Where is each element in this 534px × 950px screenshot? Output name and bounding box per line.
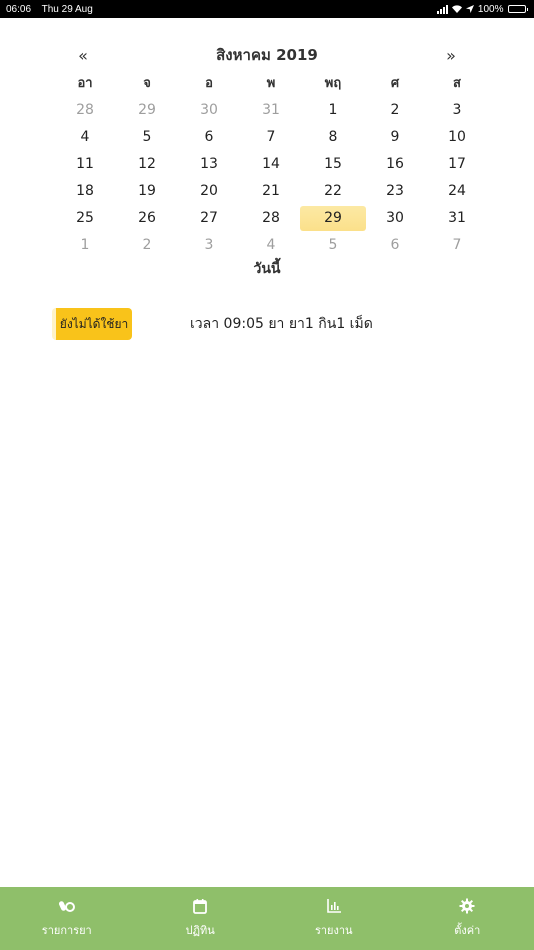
- calendar-day[interactable]: 10: [426, 124, 488, 151]
- calendar-day[interactable]: 24: [426, 178, 488, 205]
- calendar-day[interactable]: 27: [178, 205, 240, 232]
- weekday-label: พ: [266, 76, 276, 91]
- signal-icon: [436, 4, 448, 14]
- next-month-button[interactable]: »: [422, 46, 480, 65]
- calendar-day[interactable]: 20: [178, 178, 240, 205]
- week-row: 1234567: [54, 232, 488, 259]
- calendar-day[interactable]: 14: [240, 151, 302, 178]
- calendar-day[interactable]: 22: [302, 178, 364, 205]
- calendar-day[interactable]: 28: [240, 205, 302, 232]
- calendar-day[interactable]: 8: [302, 124, 364, 151]
- weekday-row: อา จ อ พ พฤ ศ ส: [54, 70, 488, 97]
- weekday-label: อ: [205, 76, 213, 91]
- calendar-day[interactable]: 1: [54, 232, 116, 259]
- tab-report[interactable]: รายงาน: [267, 887, 401, 950]
- medication-detail: เวลา 09:05 ยา ยา1 กิน1 เม็ด: [190, 316, 373, 332]
- weekday-label: พฤ: [324, 76, 342, 91]
- weekday-label: ศ: [390, 76, 400, 91]
- month-title: สิงหาคม 2019: [216, 46, 318, 64]
- tab-label: ตั้งค่า: [454, 924, 481, 937]
- status-time: 06:06: [6, 3, 32, 15]
- battery-percent: 100%: [477, 3, 504, 15]
- prev-month-button[interactable]: «: [54, 46, 112, 65]
- wifi-icon: [451, 5, 462, 13]
- calendar-day[interactable]: 7: [240, 124, 302, 151]
- calendar-day[interactable]: 2: [364, 97, 426, 124]
- calendar-day[interactable]: 28: [54, 97, 116, 124]
- calendar-day[interactable]: 17: [426, 151, 488, 178]
- calendar-day[interactable]: 7: [426, 232, 488, 259]
- battery-icon: [507, 5, 528, 13]
- pills-icon: [58, 901, 75, 912]
- weekday-label: อา: [77, 76, 93, 91]
- tab-label: รายการยา: [41, 924, 92, 937]
- calendar-day-selected[interactable]: 29: [300, 205, 366, 232]
- calendar-day[interactable]: 16: [364, 151, 426, 178]
- week-row: 11 12 13 14 15 16 17: [54, 151, 488, 178]
- location-icon: [465, 5, 474, 13]
- gear-icon: [459, 898, 475, 914]
- calendar-day[interactable]: 30: [178, 97, 240, 124]
- calendar-day[interactable]: 4: [240, 232, 302, 259]
- calendar-day[interactable]: 1: [302, 97, 364, 124]
- tab-medications[interactable]: รายการยา: [0, 887, 134, 950]
- week-row: 18 19 20 21 22 23 24: [54, 178, 488, 205]
- calendar-day[interactable]: 23: [364, 178, 426, 205]
- calendar-day[interactable]: 5: [116, 124, 178, 151]
- status-date: Thu 29 Aug: [41, 3, 93, 15]
- calendar-day[interactable]: 18: [54, 178, 116, 205]
- tab-bar: รายการยา ปฏิทิน รายงาน ตั้งค่า: [0, 887, 534, 950]
- calendar-day[interactable]: 4: [54, 124, 116, 151]
- calendar-day[interactable]: 2: [116, 232, 178, 259]
- week-row: 28 29 30 31 1 2 3: [54, 97, 488, 124]
- calendar-day[interactable]: 30: [364, 205, 426, 232]
- calendar-day[interactable]: 11: [54, 151, 116, 178]
- calendar-icon: [193, 899, 208, 914]
- today-button[interactable]: วันนี้: [0, 258, 534, 280]
- calendar-day[interactable]: 29: [116, 97, 178, 124]
- chart-icon: [326, 899, 341, 913]
- calendar-day[interactable]: 31: [426, 205, 488, 232]
- calendar-grid: อาจอพพฤศส 28 29 30 31 1 2 3 4 5 6 7 8 9 10 11 12 13 14 15 16…: [54, 70, 488, 259]
- calendar-day[interactable]: 9: [364, 124, 426, 151]
- calendar-day[interactable]: 26: [116, 205, 178, 232]
- calendar-day[interactable]: 13: [178, 151, 240, 178]
- calendar-header: « สิงหาคม 2019 »: [54, 42, 480, 68]
- week-row: 25 26 27 28 29 30 31: [54, 205, 488, 232]
- tab-label: รายงาน: [314, 924, 353, 937]
- calendar-day[interactable]: 31: [240, 97, 302, 124]
- tab-settings[interactable]: ตั้งค่า: [401, 887, 534, 950]
- weekday-label: ส: [453, 76, 461, 91]
- calendar-day[interactable]: 19: [116, 178, 178, 205]
- calendar-day[interactable]: 25: [54, 205, 116, 232]
- calendar-day[interactable]: 5: [302, 232, 364, 259]
- calendar-day[interactable]: 3: [178, 232, 240, 259]
- tab-calendar[interactable]: ปฏิทิน: [134, 887, 268, 950]
- medication-status-button[interactable]: ยังไม่ได้ใช้ยา: [52, 308, 132, 340]
- week-row: 4 5 6 7 8 9 10: [54, 124, 488, 151]
- calendar-day[interactable]: 6: [364, 232, 426, 259]
- calendar-day[interactable]: 12: [116, 151, 178, 178]
- calendar-day[interactable]: 3: [426, 97, 488, 124]
- status-bar: 06:06 Thu 29 Aug 100%: [0, 0, 534, 18]
- tab-label: ปฏิทิน: [185, 924, 215, 937]
- calendar-day[interactable]: 15: [302, 151, 364, 178]
- calendar-day[interactable]: 6: [178, 124, 240, 151]
- weekday-label: จ: [143, 76, 151, 91]
- calendar-day[interactable]: 21: [240, 178, 302, 205]
